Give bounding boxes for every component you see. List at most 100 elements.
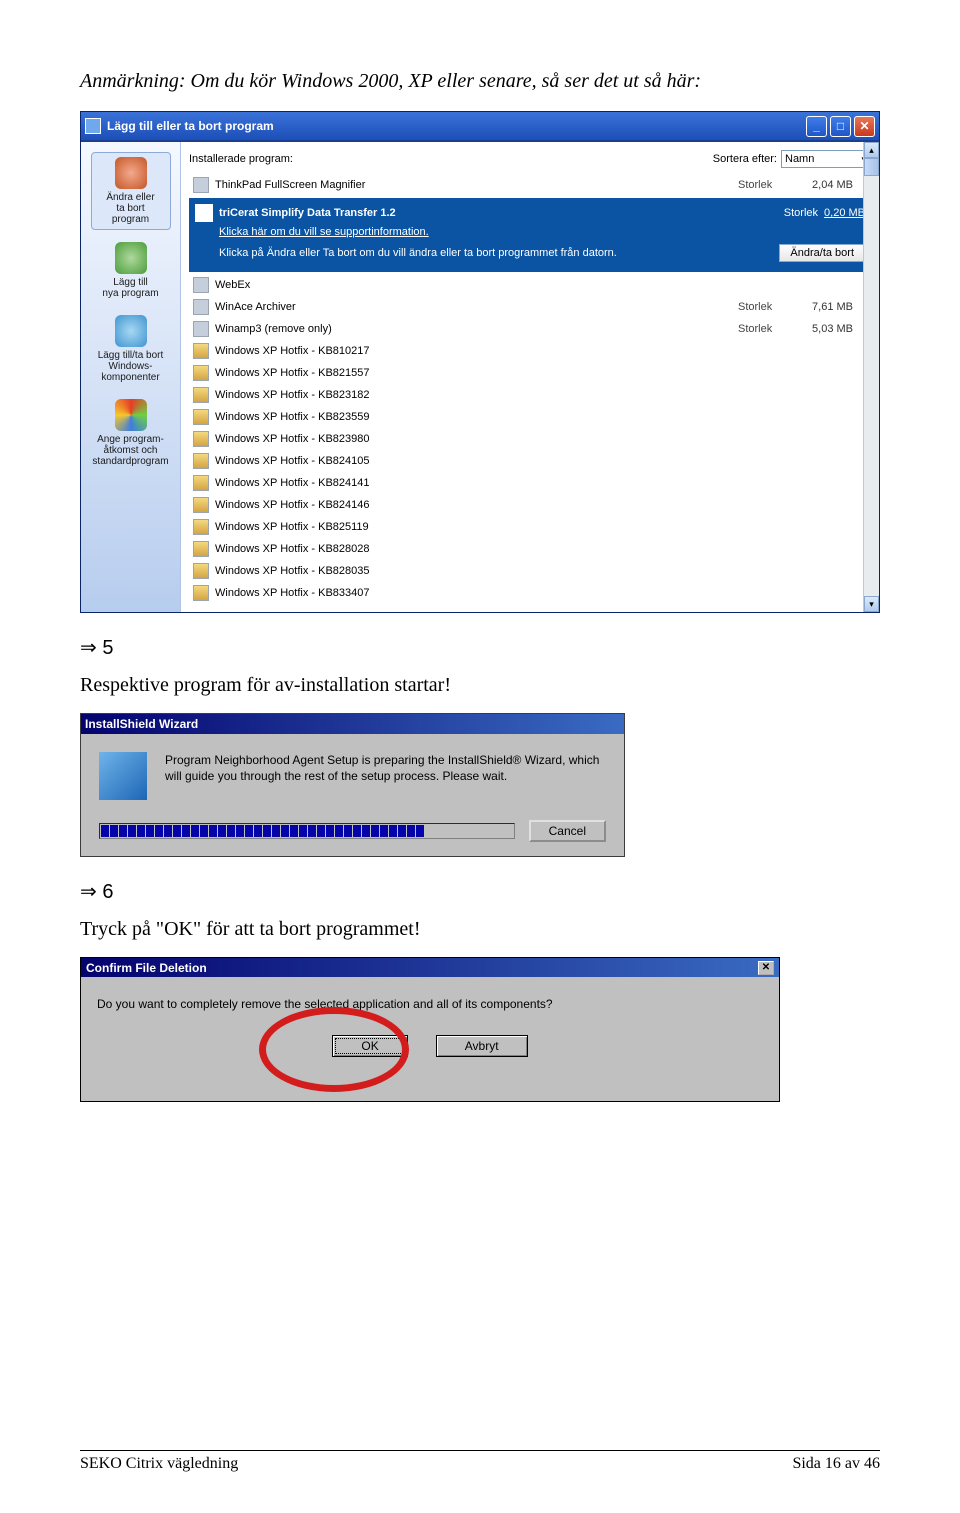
footer-right: Sida 16 av 46 <box>792 1455 880 1473</box>
program-name: Windows XP Hotfix - KB823182 <box>215 389 853 401</box>
selected-program[interactable]: triCerat Simplify Data Transfer 1.2 Stor… <box>189 198 871 272</box>
program-row[interactable]: Windows XP Hotfix - KB823559 <box>189 406 871 428</box>
selected-hint: Klicka på Ändra eller Ta bort om du vill… <box>219 247 617 259</box>
program-row[interactable]: Windows XP Hotfix - KB828028 <box>189 538 871 560</box>
scroll-down[interactable]: ▾ <box>864 596 879 612</box>
program-name: Winamp3 (remove only) <box>215 323 738 335</box>
program-row[interactable]: ThinkPad FullScreen Magnifier Storlek 2,… <box>189 174 871 196</box>
installed-label: Installerade program: <box>189 153 293 165</box>
confirm-body: Do you want to completely remove the sel… <box>81 977 779 1017</box>
program-row[interactable]: Windows XP Hotfix - KB824146 <box>189 494 871 516</box>
size-label: Storlek <box>738 301 798 313</box>
program-name: Windows XP Hotfix - KB825119 <box>215 521 853 533</box>
program-row[interactable]: Windows XP Hotfix - KB828035 <box>189 560 871 582</box>
wizard-icon <box>99 752 147 800</box>
program-row[interactable]: Windows XP Hotfix - KB825119 <box>189 516 871 538</box>
programs-pane: Installerade program: Sortera efter: Nam… <box>181 142 879 612</box>
program-name: Windows XP Hotfix - KB828035 <box>215 565 853 577</box>
program-icon <box>193 541 209 557</box>
program-row[interactable]: Windows XP Hotfix - KB823980 <box>189 428 871 450</box>
support-link[interactable]: Klicka här om du vill se supportinformat… <box>219 226 865 238</box>
program-icon <box>193 277 209 293</box>
left-sidebar: Ändra eller ta bort program Lägg till ny… <box>81 142 181 612</box>
add-remove-window: Lägg till eller ta bort program _ □ ✕ Än… <box>80 111 880 613</box>
program-name: WinAce Archiver <box>215 301 738 313</box>
program-icon <box>193 453 209 469</box>
page-footer: SEKO Citrix vägledning Sida 16 av 46 <box>80 1450 880 1473</box>
program-row[interactable]: WinAce ArchiverStorlek7,61 MB <box>189 296 871 318</box>
confirm-dialog: Confirm File Deletion ✕ Do you want to c… <box>80 957 780 1102</box>
sidebar-label: Lägg till/ta bort Windows- komponenter <box>98 350 164 383</box>
program-icon <box>193 563 209 579</box>
program-icon <box>193 431 209 447</box>
program-icon <box>193 321 209 337</box>
program-size: 7,61 MB <box>798 301 853 313</box>
program-row[interactable]: WebEx <box>189 274 871 296</box>
close-button[interactable]: ✕ <box>854 116 875 137</box>
program-icon <box>193 387 209 403</box>
program-name: Windows XP Hotfix - KB823559 <box>215 411 853 423</box>
selected-name: triCerat Simplify Data Transfer 1.2 <box>219 207 396 219</box>
window-titlebar[interactable]: Lägg till eller ta bort program _ □ ✕ <box>81 112 879 142</box>
program-icon <box>193 475 209 491</box>
program-name: Windows XP Hotfix - KB824105 <box>215 455 853 467</box>
sidebar-label: Ange program- åtkomst och standardprogra… <box>92 434 168 467</box>
close-icon[interactable]: ✕ <box>758 961 774 975</box>
sidebar-label: Lägg till nya program <box>102 277 158 299</box>
program-size: 5,03 MB <box>798 323 853 335</box>
arrow-6: ⇒ 6 <box>80 879 880 904</box>
program-name: Windows XP Hotfix - KB828028 <box>215 543 853 555</box>
intro-text: Anmärkning: Om du kör Windows 2000, XP e… <box>80 70 880 93</box>
program-row[interactable]: Windows XP Hotfix - KB824141 <box>189 472 871 494</box>
program-row[interactable]: Windows XP Hotfix - KB823182 <box>189 384 871 406</box>
avbryt-button[interactable]: Avbryt <box>436 1035 528 1057</box>
window-title: Lägg till eller ta bort program <box>107 119 274 133</box>
program-row[interactable]: Windows XP Hotfix - KB810217 <box>189 340 871 362</box>
cancel-button[interactable]: Cancel <box>529 820 606 842</box>
scroll-thumb[interactable] <box>864 158 879 176</box>
program-name: Windows XP Hotfix - KB823980 <box>215 433 853 445</box>
program-name: Windows XP Hotfix - KB824141 <box>215 477 853 489</box>
sidebar-defaults[interactable]: Ange program- åtkomst och standardprogra… <box>91 395 171 471</box>
progress-bar <box>99 823 515 839</box>
confirm-titlebar[interactable]: Confirm File Deletion ✕ <box>81 958 779 977</box>
program-name: Windows XP Hotfix - KB810217 <box>215 345 853 357</box>
scroll-up[interactable]: ▴ <box>864 142 879 158</box>
program-icon <box>193 519 209 535</box>
footer-left: SEKO Citrix vägledning <box>80 1455 238 1473</box>
tryck-text: Tryck på "OK" för att ta bort programmet… <box>80 918 880 941</box>
program-name: Windows XP Hotfix - KB833407 <box>215 587 853 599</box>
program-name: Windows XP Hotfix - KB824146 <box>215 499 853 511</box>
arrow-5: ⇒ 5 <box>80 635 880 660</box>
program-name: Windows XP Hotfix - KB821557 <box>215 367 853 379</box>
program-icon <box>193 177 209 193</box>
program-icon <box>193 409 209 425</box>
selected-size: 0,20 MB <box>824 207 865 219</box>
sort-label: Sortera efter: <box>713 153 777 165</box>
ok-button[interactable]: OK <box>332 1035 407 1057</box>
confirm-title: Confirm File Deletion <box>86 961 207 975</box>
sidebar-change-remove[interactable]: Ändra eller ta bort program <box>91 152 171 230</box>
program-icon <box>193 343 209 359</box>
program-row[interactable]: Windows XP Hotfix - KB833407 <box>189 582 871 604</box>
wizard-titlebar[interactable]: InstallShield Wizard <box>81 714 624 734</box>
maximize-button[interactable]: □ <box>830 116 851 137</box>
program-icon <box>193 299 209 315</box>
minimize-button[interactable]: _ <box>806 116 827 137</box>
change-remove-button[interactable]: Ändra/ta bort <box>779 244 865 262</box>
program-size: 2,04 MB <box>798 179 853 191</box>
program-row[interactable]: Windows XP Hotfix - KB821557 <box>189 362 871 384</box>
sort-select[interactable]: Namn▾ <box>781 150 871 168</box>
scrollbar[interactable]: ▴ ▾ <box>863 142 879 612</box>
window-icon <box>85 118 101 134</box>
program-name: WebEx <box>215 279 853 291</box>
sidebar-add-new[interactable]: Lägg till nya program <box>91 238 171 303</box>
size-label: Storlek <box>784 207 818 219</box>
program-icon <box>195 204 213 222</box>
wizard-text: Program Neighborhood Agent Setup is prep… <box>165 752 606 800</box>
program-name: ThinkPad FullScreen Magnifier <box>215 179 738 191</box>
program-row[interactable]: Windows XP Hotfix - KB824105 <box>189 450 871 472</box>
program-row[interactable]: Winamp3 (remove only)Storlek5,03 MB <box>189 318 871 340</box>
respektive-text: Respektive program för av-installation s… <box>80 674 880 697</box>
sidebar-windows-components[interactable]: Lägg till/ta bort Windows- komponenter <box>91 311 171 387</box>
